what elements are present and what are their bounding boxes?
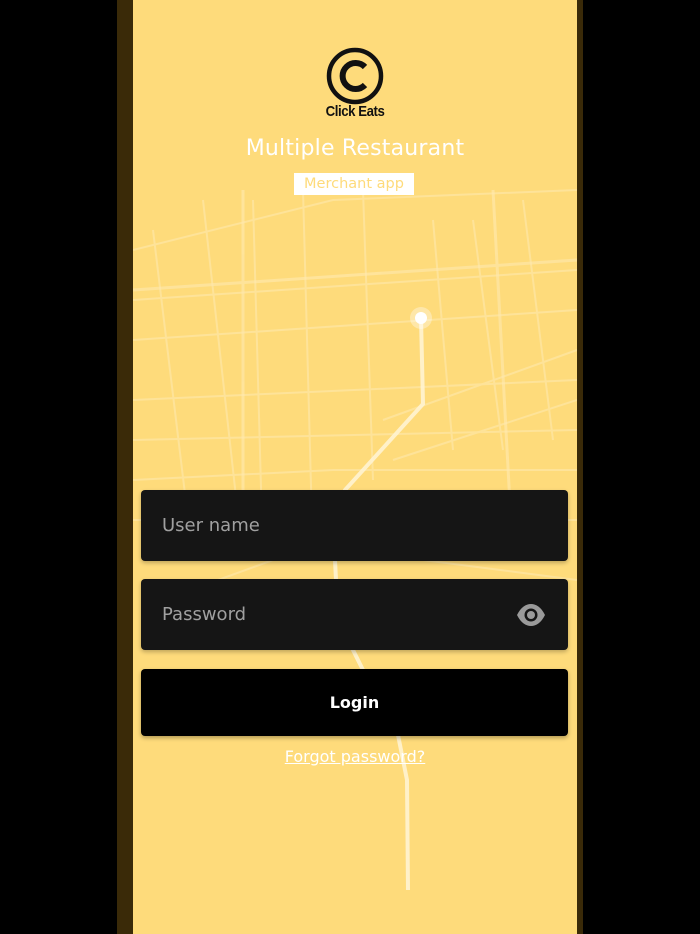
app-subtitle-badge: Merchant app	[294, 173, 414, 195]
brand-name: Click Eats	[325, 103, 385, 120]
device-frame-left	[117, 0, 133, 934]
eye-icon[interactable]	[516, 602, 546, 628]
device-frame-right	[577, 0, 583, 934]
username-field[interactable]	[141, 490, 568, 561]
login-screen: Click Eats Multiple Restaurant Merchant …	[133, 0, 577, 934]
forgot-password-link[interactable]: Forgot password?	[133, 747, 577, 766]
device-stage: Click Eats Multiple Restaurant Merchant …	[0, 0, 700, 934]
username-input[interactable]	[162, 490, 502, 561]
app-title: Multiple Restaurant	[245, 136, 465, 161]
password-field[interactable]	[141, 579, 568, 650]
password-input[interactable]	[162, 579, 502, 650]
login-button[interactable]: Login	[141, 669, 568, 736]
click-eats-logo-icon	[326, 47, 384, 105]
